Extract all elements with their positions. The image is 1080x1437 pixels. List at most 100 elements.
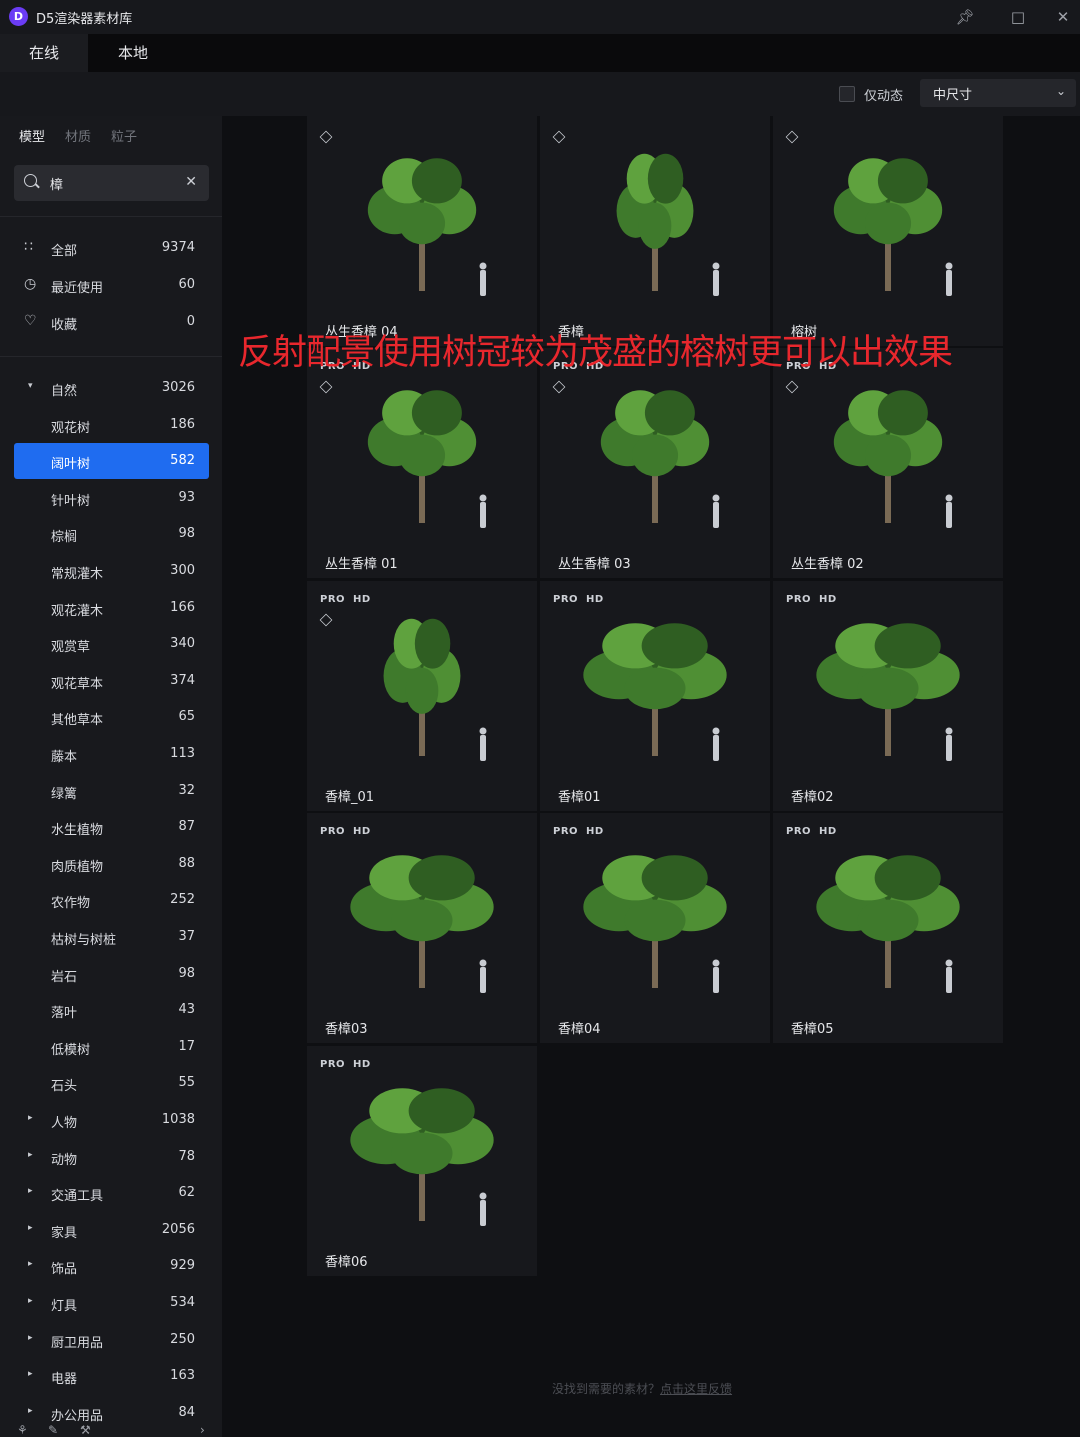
caret-right-icon[interactable]: ▸ xyxy=(28,1150,33,1160)
caret-down-icon[interactable]: ▾ xyxy=(28,381,33,391)
sidebar-category-item[interactable]: ▾ 自然 3026 xyxy=(14,370,209,406)
asset-name: 香樟04 xyxy=(558,1022,601,1037)
sidebar-item-label: 全部 xyxy=(51,244,78,259)
sidebar-category-item[interactable]: 常规灌木 300 xyxy=(14,553,209,589)
tab-online[interactable]: 在线 xyxy=(0,34,88,72)
asset-card[interactable]: PRO HD 香樟_01 xyxy=(307,581,537,811)
sidebar-tab-models[interactable]: 模型 xyxy=(19,126,45,145)
bucket-icon[interactable]: ⚘ xyxy=(17,1423,28,1437)
sidebar-category-count: 88 xyxy=(178,855,195,871)
sidebar-category-item[interactable]: 水生植物 87 xyxy=(14,809,209,845)
caret-right-icon[interactable]: ▸ xyxy=(28,1296,33,1306)
sidebar-category-item[interactable]: ▸ 电器 163 xyxy=(14,1358,209,1394)
app-logo: D xyxy=(9,7,28,26)
asset-card[interactable]: PRO HD 丛生香樟 03 xyxy=(540,348,770,578)
sidebar-item-label: 最近使用 xyxy=(51,281,104,296)
sidebar-category-item[interactable]: 观花树 186 xyxy=(14,407,209,443)
caret-right-icon[interactable]: ▸ xyxy=(28,1259,33,1269)
asset-card[interactable]: PRO HD 丛生香樟 01 xyxy=(307,348,537,578)
asset-card[interactable]: 榕树 xyxy=(773,116,1003,346)
sidebar-category-label: 藤本 xyxy=(51,750,78,765)
sidebar-category-item[interactable]: ▸ 饰品 929 xyxy=(14,1248,209,1284)
asset-name: 丛生香樟 03 xyxy=(558,557,631,572)
tree-thumbnail xyxy=(600,390,720,528)
sidebar-category-item[interactable]: ▸ 人物 1038 xyxy=(14,1102,209,1138)
chevron-right-icon[interactable]: › xyxy=(200,1423,205,1437)
sidebar-category-item[interactable]: ▸ 厨卫用品 250 xyxy=(14,1322,209,1358)
dynamic-only-checkbox[interactable] xyxy=(839,86,855,102)
asset-card[interactable]: PRO HD 香樟04 xyxy=(540,813,770,1043)
sidebar-item-count: 60 xyxy=(178,277,195,292)
sidebar-category-item[interactable]: ▸ 交通工具 62 xyxy=(14,1175,209,1211)
sidebar-category-count: 93 xyxy=(178,489,195,505)
history-icon: ◷ xyxy=(24,276,37,292)
sidebar-category-label: 灯具 xyxy=(51,1299,78,1314)
sidebar-tab-particles[interactable]: 粒子 xyxy=(111,126,137,145)
clear-search-icon[interactable]: ✕ xyxy=(185,174,197,190)
sidebar-category-label: 动物 xyxy=(51,1152,78,1168)
asset-card[interactable]: 丛生香樟 04 xyxy=(307,116,537,346)
pin-icon[interactable]: 📌︎ xyxy=(952,5,978,29)
sidebar-category-label: 绿篱 xyxy=(51,786,78,802)
feedback-link[interactable]: 点击这里反馈 xyxy=(660,1382,732,1396)
asset-name: 香樟05 xyxy=(791,1022,834,1037)
caret-right-icon[interactable]: ▸ xyxy=(28,1186,33,1196)
size-select[interactable]: 中尺寸 ⌄ xyxy=(920,79,1076,107)
sidebar-tab-materials[interactable]: 材质 xyxy=(65,126,91,145)
asset-card[interactable]: PRO HD 香樟01 xyxy=(540,581,770,811)
caret-right-icon[interactable]: ▸ xyxy=(28,1333,33,1343)
caret-right-icon[interactable]: ▸ xyxy=(28,1406,33,1416)
caret-right-icon[interactable]: ▸ xyxy=(28,1369,33,1379)
search-input[interactable] xyxy=(50,173,180,193)
close-icon[interactable]: ✕ xyxy=(1050,5,1076,29)
sidebar-category-label: 落叶 xyxy=(51,1006,78,1022)
sidebar-category-item[interactable]: 观花灌木 166 xyxy=(14,590,209,626)
sidebar-category-count: 87 xyxy=(178,819,195,835)
sidebar-category-item[interactable]: 农作物 252 xyxy=(14,882,209,918)
sidebar-category-item[interactable]: ▸ 动物 78 xyxy=(14,1139,209,1175)
sidebar-category-item[interactable]: 观花草本 374 xyxy=(14,663,209,699)
sidebar-category-item[interactable]: 岩石 98 xyxy=(14,956,209,992)
sidebar-category-item[interactable]: 绿篱 32 xyxy=(14,773,209,809)
sidebar-category-item[interactable]: 枯树与树桩 37 xyxy=(14,919,209,955)
asset-card[interactable]: PRO HD 香樟02 xyxy=(773,581,1003,811)
sidebar-category-item[interactable]: 阔叶树 582 xyxy=(14,443,209,480)
sidebar-category-item[interactable]: 低模树 17 xyxy=(14,1029,209,1065)
maximize-icon[interactable]: □ xyxy=(1005,5,1031,29)
sidebar-category-item[interactable]: 藤本 113 xyxy=(14,736,209,772)
tree-thumbnail xyxy=(383,618,487,761)
sidebar-category-item[interactable]: 落叶 43 xyxy=(14,992,209,1028)
sidebar-item-count: 9374 xyxy=(161,240,195,255)
caret-right-icon[interactable]: ▸ xyxy=(28,1223,33,1233)
asset-card[interactable]: PRO HD 香樟05 xyxy=(773,813,1003,1043)
asset-card[interactable]: PRO HD 香樟03 xyxy=(307,813,537,1043)
pencil-icon[interactable]: ✎ xyxy=(48,1423,58,1437)
sidebar-item-label: 收藏 xyxy=(51,318,78,333)
caret-right-icon[interactable]: ▸ xyxy=(28,1113,33,1123)
sidebar-category-item[interactable]: 肉质植物 88 xyxy=(14,846,209,882)
overlay-caption: 反射配景使用树冠较为茂盛的榕树更可以出效果 xyxy=(238,333,953,373)
feedback-question: 没找到需要的素材？ xyxy=(552,1382,661,1396)
tree-thumbnail xyxy=(583,623,727,761)
asset-card[interactable]: PRO HD 香樟06 xyxy=(307,1046,537,1276)
sidebar-category-item[interactable]: ▸ 灯具 534 xyxy=(14,1285,209,1321)
sidebar-category-item[interactable]: 观赏草 340 xyxy=(14,626,209,662)
asset-name: 丛生香樟 01 xyxy=(325,557,398,572)
sidebar-category-item[interactable]: 石头 55 xyxy=(14,1065,209,1101)
divider xyxy=(0,356,222,357)
sidebar-category-item[interactable]: 棕榈 98 xyxy=(14,516,209,552)
sidebar-category-item[interactable]: 其他草本 65 xyxy=(14,699,209,735)
sidebar-category-count: 84 xyxy=(178,1404,195,1420)
asset-card[interactable]: PRO HD 丛生香樟 02 xyxy=(773,348,1003,578)
sidebar-category-item[interactable]: ▸ 家具 2056 xyxy=(14,1212,209,1248)
asset-card[interactable]: 香樟 xyxy=(540,116,770,346)
grid-icon: ∷ xyxy=(24,239,33,255)
sidebar-category-label: 石头 xyxy=(51,1079,78,1095)
sidebar-item-favorites[interactable]: ♡ 收藏 0 xyxy=(14,304,209,340)
sidebar-category-count: 32 xyxy=(178,782,195,798)
sidebar-item-recent[interactable]: ◷ 最近使用 60 xyxy=(14,267,209,303)
sidebar-item-all[interactable]: ∷ 全部 9374 xyxy=(14,230,209,266)
tab-local[interactable]: 本地 xyxy=(88,34,178,72)
wrench-icon[interactable]: ⚒ xyxy=(80,1423,91,1437)
sidebar-category-item[interactable]: 针叶树 93 xyxy=(14,480,209,516)
